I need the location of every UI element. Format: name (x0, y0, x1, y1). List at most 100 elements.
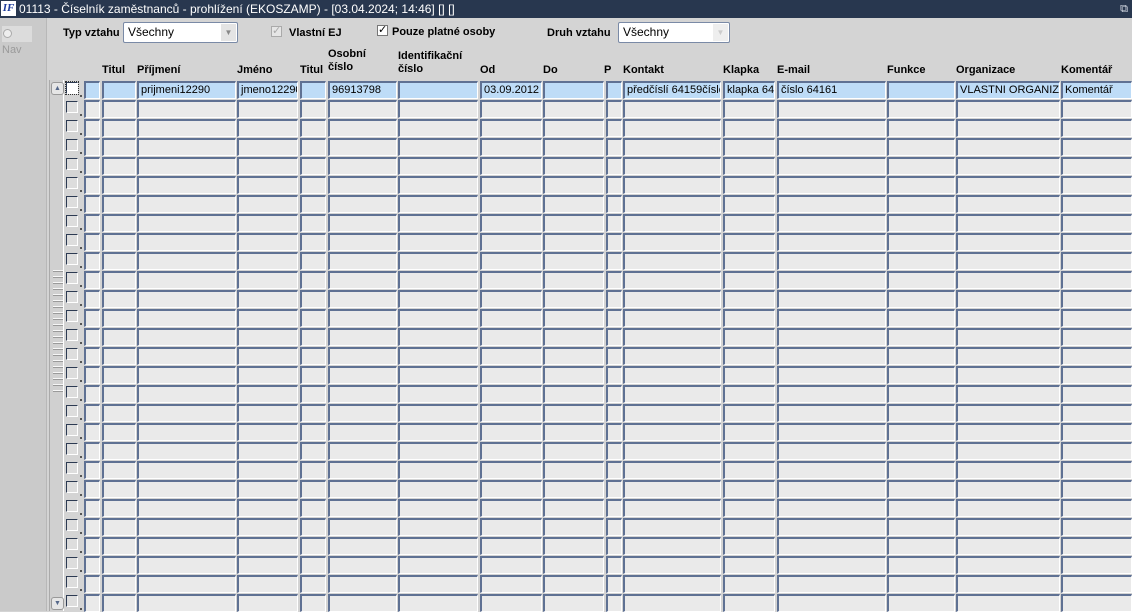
column-header[interactable]: E-mail (777, 64, 810, 77)
grid-cell[interactable] (480, 404, 542, 422)
grid-cell[interactable] (956, 366, 1060, 384)
grid-cell[interactable] (543, 423, 604, 441)
grid-cell[interactable] (398, 442, 478, 460)
column-header[interactable]: Osobní číslo (328, 48, 368, 74)
grid-cell[interactable] (300, 252, 326, 270)
grid-cell[interactable] (328, 309, 397, 327)
grid-cell[interactable] (777, 328, 886, 346)
grid-cell[interactable] (300, 290, 326, 308)
grid-cell[interactable] (137, 138, 236, 156)
grid-cell[interactable] (1061, 537, 1132, 555)
restore-icon[interactable]: ⧉ (1120, 0, 1128, 18)
column-header[interactable]: Od (480, 64, 495, 77)
grid-cell[interactable] (606, 195, 622, 213)
row-select-checkbox[interactable] (66, 405, 78, 417)
grid-cell[interactable] (887, 442, 955, 460)
grid-cell[interactable] (543, 499, 604, 517)
grid-cell[interactable] (777, 252, 886, 270)
grid-cell[interactable] (398, 537, 478, 555)
grid-cell[interactable] (84, 480, 100, 498)
grid-cell[interactable] (137, 176, 236, 194)
grid-cell[interactable] (84, 575, 100, 593)
grid-cell[interactable] (480, 271, 542, 289)
grid-cell[interactable] (723, 518, 775, 536)
grid-cell[interactable] (606, 385, 622, 403)
grid-cell[interactable] (777, 499, 886, 517)
grid-cell[interactable] (328, 461, 397, 479)
grid-cell[interactable] (887, 138, 955, 156)
row-select-checkbox[interactable] (66, 139, 78, 151)
grid-cell[interactable] (398, 271, 478, 289)
grid-cell[interactable] (237, 594, 298, 612)
grid-cell[interactable] (137, 290, 236, 308)
grid-cell[interactable]: číslo 64161 (777, 81, 886, 99)
grid-cell[interactable] (623, 404, 721, 422)
grid-cell[interactable] (887, 594, 955, 612)
grid-cell[interactable] (480, 537, 542, 555)
grid-cell[interactable] (328, 100, 397, 118)
grid-cell[interactable] (956, 195, 1060, 213)
column-header[interactable]: Titul (102, 64, 125, 77)
grid-cell[interactable] (102, 537, 136, 555)
grid-cell[interactable] (887, 328, 955, 346)
grid-cell[interactable] (300, 309, 326, 327)
row-select-checkbox[interactable] (66, 481, 78, 493)
grid-cell[interactable] (102, 81, 136, 99)
grid-cell[interactable] (480, 385, 542, 403)
grid-cell[interactable] (102, 442, 136, 460)
grid-cell[interactable] (300, 195, 326, 213)
grid-cell[interactable] (137, 404, 236, 422)
grid-cell[interactable] (956, 537, 1060, 555)
grid-cell[interactable] (328, 347, 397, 365)
grid-cell[interactable] (84, 233, 100, 251)
grid-cell[interactable] (137, 309, 236, 327)
grid-cell[interactable] (137, 366, 236, 384)
grid-cell[interactable] (623, 290, 721, 308)
grid-cell[interactable] (623, 423, 721, 441)
grid-cell[interactable] (398, 195, 478, 213)
grid-cell[interactable] (606, 290, 622, 308)
grid-cell[interactable] (606, 214, 622, 232)
grid-cell[interactable] (300, 499, 326, 517)
row-select-checkbox[interactable] (66, 386, 78, 398)
grid-cell[interactable] (237, 499, 298, 517)
grid-cell[interactable] (623, 328, 721, 346)
grid-cell[interactable] (84, 537, 100, 555)
grid-cell[interactable] (102, 575, 136, 593)
grid-cell[interactable] (398, 347, 478, 365)
grid-cell[interactable] (102, 138, 136, 156)
grid-cell[interactable] (1061, 100, 1132, 118)
grid-cell[interactable] (606, 252, 622, 270)
row-select-checkbox[interactable] (65, 81, 79, 95)
grid-cell[interactable] (300, 404, 326, 422)
grid-cell[interactable] (606, 271, 622, 289)
grid-cell[interactable] (480, 176, 542, 194)
grid-cell[interactable] (237, 366, 298, 384)
grid-cell[interactable] (887, 518, 955, 536)
grid-cell[interactable] (300, 233, 326, 251)
grid-cell[interactable] (723, 556, 775, 574)
grid-cell[interactable] (328, 271, 397, 289)
grid-cell[interactable] (137, 423, 236, 441)
grid-cell[interactable] (84, 499, 100, 517)
grid-cell[interactable] (328, 385, 397, 403)
grid-cell[interactable] (777, 461, 886, 479)
grid-cell[interactable] (606, 176, 622, 194)
grid-cell[interactable] (102, 252, 136, 270)
grid-cell[interactable] (398, 480, 478, 498)
grid-cell[interactable] (543, 271, 604, 289)
grid-cell[interactable] (328, 214, 397, 232)
grid-cell[interactable] (398, 385, 478, 403)
grid-cell[interactable] (956, 423, 1060, 441)
grid-cell[interactable] (623, 176, 721, 194)
grid-cell[interactable] (1061, 575, 1132, 593)
grid-cell[interactable] (84, 271, 100, 289)
grid-cell[interactable] (480, 233, 542, 251)
row-select-checkbox[interactable] (66, 538, 78, 550)
grid-cell[interactable] (480, 499, 542, 517)
grid-cell[interactable] (84, 195, 100, 213)
grid-cell[interactable] (956, 347, 1060, 365)
grid-cell[interactable] (777, 347, 886, 365)
grid-scrollbar[interactable]: ▲ ▼ (49, 80, 64, 611)
grid-cell[interactable] (887, 290, 955, 308)
